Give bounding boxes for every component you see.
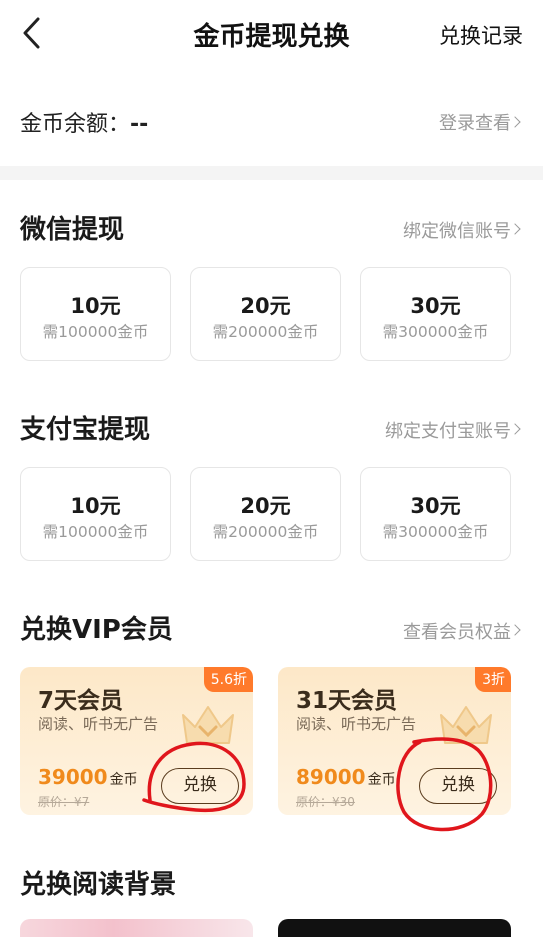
alipay-option-10[interactable]: 10元 需100000金币 [20, 467, 171, 561]
bind-alipay-link[interactable]: 绑定支付宝账号 [385, 417, 511, 443]
crown-icon [177, 699, 239, 749]
vip-original-price: 原价：¥30 [296, 795, 355, 809]
option-cost: 需200000金币 [212, 323, 319, 341]
wechat-option-20[interactable]: 20元 需200000金币 [190, 267, 341, 361]
top-bar: 金币提现兑换 兑换记录 [0, 0, 543, 70]
exchange-button[interactable]: 兑换 [161, 768, 239, 804]
option-cost: 需200000金币 [212, 523, 319, 541]
option-amount: 10元 [70, 494, 121, 518]
vip-price: 39000 金币 [38, 765, 138, 789]
view-member-benefits-link[interactable]: 查看会员权益 [403, 618, 511, 644]
vip-exchange-title: 兑换VIP会员 [20, 615, 173, 645]
option-cost: 需300000金币 [382, 323, 489, 341]
wechat-option-10[interactable]: 10元 需100000金币 [20, 267, 171, 361]
option-amount: 30元 [410, 294, 461, 318]
vip-price-value: 39000 [38, 765, 108, 789]
coin-balance-value: -- [130, 112, 149, 137]
wechat-option-30[interactable]: 30元 需300000金币 [360, 267, 511, 361]
option-cost: 需100000金币 [42, 523, 149, 541]
reading-background-title: 兑换阅读背景 [20, 870, 177, 900]
chevron-right-icon [509, 624, 521, 636]
background-card-dark[interactable] [278, 919, 511, 937]
vip-card-31-days[interactable]: 31天会员 阅读、听书无广告 3折 89000 金币 原价：¥30 兑换 [278, 667, 511, 815]
vip-card-desc: 阅读、听书无广告 [38, 715, 159, 733]
login-view-link[interactable]: 登录查看 [439, 109, 511, 135]
vip-card-title: 7天会员 [38, 688, 124, 714]
vip-price: 89000 金币 [296, 765, 396, 789]
crown-icon [435, 699, 497, 749]
background-card-floral[interactable] [20, 919, 253, 937]
coin-balance-row: 金币余额：-- 登录查看 [0, 72, 543, 168]
coin-balance: 金币余额：-- [20, 106, 148, 138]
vip-original-price: 原价：¥7 [38, 795, 90, 809]
alipay-option-30[interactable]: 30元 需300000金币 [360, 467, 511, 561]
exchange-button[interactable]: 兑换 [419, 768, 497, 804]
discount-badge: 5.6折 [203, 667, 253, 692]
option-cost: 需100000金币 [42, 323, 149, 341]
discount-badge: 3折 [475, 667, 511, 692]
vip-price-value: 89000 [296, 765, 366, 789]
alipay-withdraw-title: 支付宝提现 [20, 415, 151, 445]
vip-card-desc: 阅读、听书无广告 [296, 715, 417, 733]
exchange-records-link[interactable]: 兑换记录 [439, 20, 523, 50]
alipay-option-20[interactable]: 20元 需200000金币 [190, 467, 341, 561]
chevron-right-icon [509, 223, 521, 235]
coin-balance-label: 金币余额： [20, 112, 131, 137]
option-cost: 需300000金币 [382, 523, 489, 541]
section-divider [0, 166, 543, 180]
option-amount: 20元 [240, 494, 291, 518]
vip-card-title: 31天会员 [296, 688, 398, 714]
vip-card-7-days[interactable]: 7天会员 阅读、听书无广告 5.6折 39000 金币 原价：¥7 兑换 [20, 667, 253, 815]
bind-wechat-link[interactable]: 绑定微信账号 [403, 217, 511, 243]
option-amount: 20元 [240, 294, 291, 318]
option-amount: 10元 [70, 294, 121, 318]
vip-price-unit: 金币 [367, 772, 396, 788]
wechat-withdraw-title: 微信提现 [20, 215, 125, 245]
option-amount: 30元 [410, 494, 461, 518]
chevron-right-icon [509, 423, 521, 435]
chevron-right-icon [509, 116, 521, 128]
vip-price-unit: 金币 [109, 772, 138, 788]
